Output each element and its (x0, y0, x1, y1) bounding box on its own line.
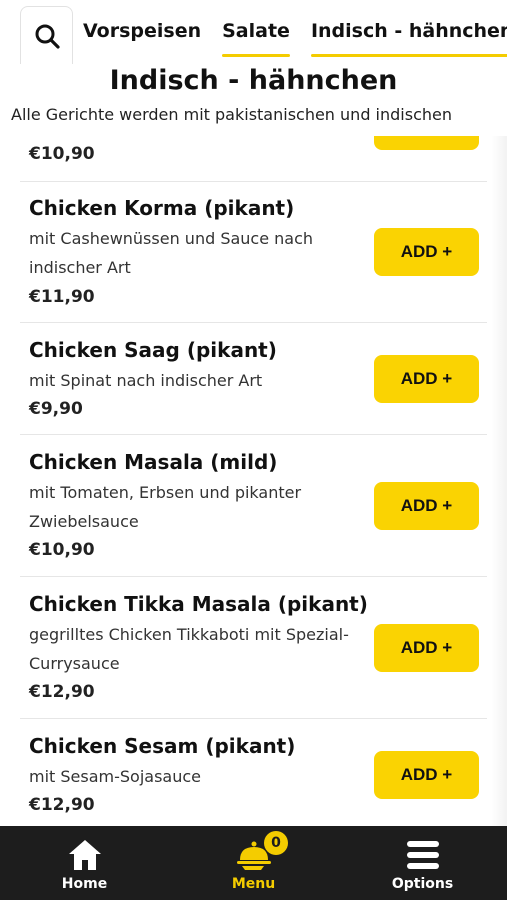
hamburger-icon (406, 841, 439, 869)
search-icon (35, 24, 60, 49)
category-tabs: Vorspeisen Salate Indisch - hähnchen (83, 0, 507, 64)
add-button[interactable]: ADD + (374, 624, 479, 672)
item-price: €12,90 (29, 682, 95, 702)
item-description: mit Cashewnüssen und Sauce nach indische… (29, 229, 314, 277)
menu-item-list[interactable]: €10,90 Chicken Korma (pikant) mit Cashew… (0, 136, 507, 826)
add-button[interactable]: ADD + (374, 355, 479, 403)
search-button[interactable] (20, 6, 73, 64)
cart-count-badge: 0 (264, 831, 288, 855)
nav-options[interactable]: Options (338, 826, 507, 900)
item-name: Chicken Korma (pikant) (29, 196, 295, 220)
add-button-partial[interactable] (374, 136, 479, 150)
item-price: €11,90 (29, 287, 95, 307)
divider (20, 434, 487, 435)
item-description: mit Tomaten, Erbsen und pikanter Zwiebel… (29, 483, 302, 531)
nav-menu[interactable]: 0 Menu (169, 826, 338, 900)
item-name: Chicken Masala (mild) (29, 450, 278, 474)
divider (20, 322, 487, 323)
item-name: Chicken Tikka Masala (pikant) (29, 592, 368, 616)
home-icon (68, 840, 101, 870)
item-description: mit Sesam-Sojasauce (29, 767, 202, 786)
divider (20, 718, 487, 719)
item-description: gegrilltes Chicken Tikkaboti mit Spezial… (29, 625, 349, 673)
section-title: Indisch - hähnchen (109, 65, 398, 96)
item-price: €9,90 (29, 399, 83, 419)
item-price: €10,90 (29, 540, 95, 560)
tab-salate[interactable]: Salate (222, 21, 290, 57)
item-name: Chicken Sesam (pikant) (29, 734, 296, 758)
add-button[interactable]: ADD + (374, 482, 479, 530)
nav-options-label: Options (391, 876, 454, 892)
category-tab-bar: Vorspeisen Salate Indisch - hähnchen (0, 0, 507, 64)
nav-home-label: Home (61, 876, 108, 892)
tab-vorspeisen[interactable]: Vorspeisen (83, 21, 201, 43)
bottom-navigation: Home 0 Menu Options (0, 826, 507, 900)
nav-home[interactable]: Home (0, 826, 169, 900)
add-button[interactable]: ADD + (374, 751, 479, 799)
nav-menu-label: Menu (231, 876, 276, 892)
item-price: €12,90 (29, 795, 95, 815)
section-description: Alle Gerichte werden mit pakistanischen … (11, 105, 452, 124)
divider (20, 181, 487, 182)
item-name: Chicken Saag (pikant) (29, 338, 277, 362)
item-description: mit Spinat nach indischer Art (29, 371, 263, 390)
add-button[interactable]: ADD + (374, 228, 479, 276)
tab-indisch-haehnchen[interactable]: Indisch - hähnchen (310, 21, 507, 57)
divider (20, 576, 487, 577)
item-price-partial: €10,90 (29, 144, 95, 164)
